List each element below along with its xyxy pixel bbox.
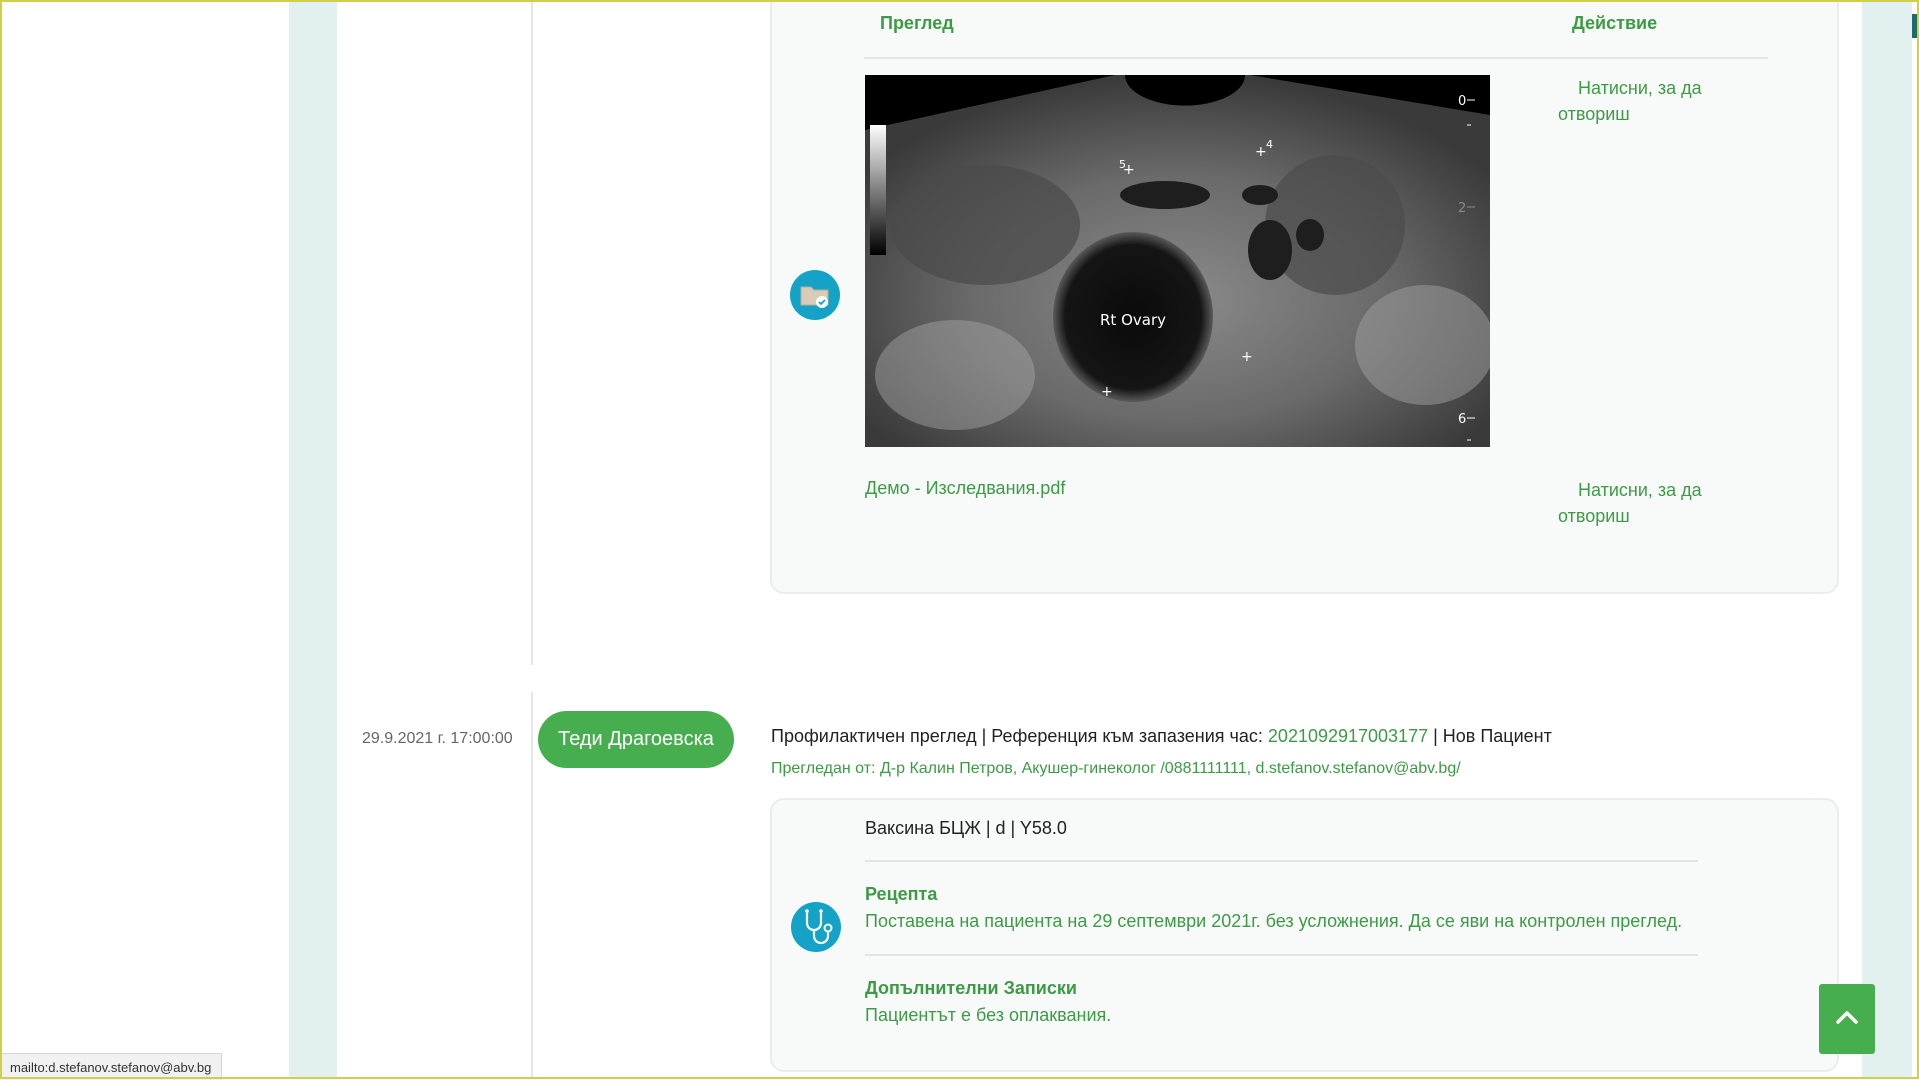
open-image-link[interactable]: Натисни, за да отвориш <box>1558 75 1748 127</box>
scroll-to-top-button[interactable] <box>1819 984 1875 1054</box>
right-background-band <box>1862 0 1912 1079</box>
action-column-header: Действие <box>1572 13 1658 33</box>
ultrasound-mark-4: 4 <box>1266 138 1273 151</box>
depth-scale-2: 2 <box>1458 201 1466 216</box>
svg-text:+: + <box>1241 349 1253 365</box>
notes-text: Пациентът е без оплаквания. <box>865 1005 1112 1025</box>
divider <box>865 954 1698 956</box>
depth-scale-6: 6 <box>1458 412 1466 427</box>
svg-text:+: + <box>1123 162 1135 178</box>
depth-scale-0: 0 <box>1458 94 1466 109</box>
examined-by[interactable]: Прегледан от: Д-р Калин Петров, Акушер-г… <box>771 760 1461 778</box>
visit-type-text: Профилактичен преглед | Референция към з… <box>771 726 1268 746</box>
preview-column-header: Преглед <box>880 13 954 33</box>
folder-check-icon <box>790 270 840 320</box>
booking-reference[interactable]: 2021092917003177 <box>1268 726 1428 746</box>
stethoscope-icon <box>791 902 841 952</box>
left-margin <box>0 0 289 1079</box>
timeline-line <box>531 692 533 1079</box>
svg-text:+: + <box>1101 384 1113 400</box>
notes-title: Допълнителни Записки <box>865 978 1077 998</box>
visit-title: Профилактичен преглед | Референция към з… <box>771 726 1552 747</box>
ultrasound-image[interactable]: Rt Ovary 5 + 4 + + + 0 2 6 <box>865 75 1490 447</box>
patient-name-badge[interactable]: Теди Драгоевска <box>538 711 734 768</box>
vaccine-title: Ваксина БЦЖ | d | Y58.0 <box>865 818 1067 838</box>
prescription-text: Поставена на пациента на 29 септември 20… <box>865 911 1683 931</box>
patient-status-text: | Нов Пациент <box>1428 726 1552 746</box>
pdf-file-link[interactable]: Демо - Изследвания.pdf <box>865 478 1065 499</box>
divider <box>865 860 1698 862</box>
left-background-band <box>289 0 337 1079</box>
svg-text:+: + <box>1255 144 1267 160</box>
medical-record-card <box>770 798 1839 1072</box>
header-divider <box>864 57 1768 59</box>
timeline-line <box>531 0 533 665</box>
prescription-title: Рецепта <box>865 884 938 904</box>
browser-status-bar: mailto:d.stefanov.stefanov@abv.bg <box>0 1053 223 1080</box>
scrollbar-thumb[interactable] <box>1912 14 1917 38</box>
ultrasound-label: Rt Ovary <box>1100 311 1166 329</box>
open-pdf-link[interactable]: Натисни, за да отвориш <box>1558 477 1748 529</box>
visit-date: 29.9.2021 г. 17:00:00 <box>362 730 513 747</box>
chevron-up-icon <box>1835 1009 1859 1030</box>
